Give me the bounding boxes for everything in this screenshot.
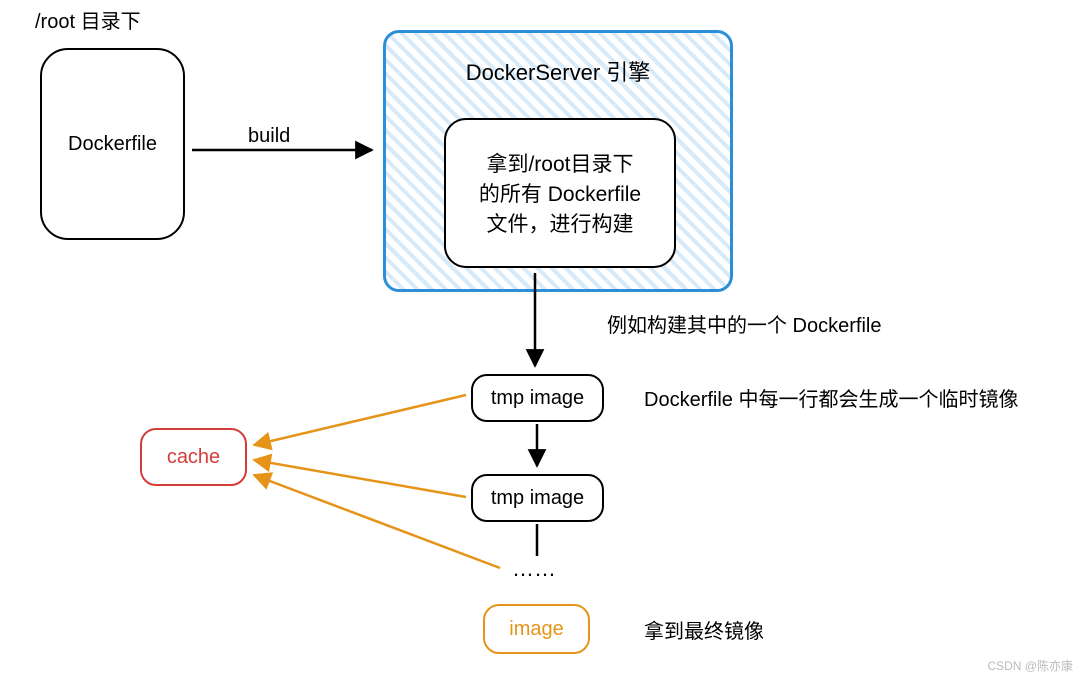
- server-inner-box: 拿到/root目录下 的所有 Dockerfile 文件，进行构建: [444, 118, 676, 268]
- tmp-image-2-box: tmp image: [471, 474, 604, 522]
- cache-box: cache: [140, 428, 247, 486]
- docker-server-title: DockerServer 引擎: [386, 55, 730, 87]
- annotation-build-one: 例如构建其中的一个 Dockerfile: [607, 309, 881, 338]
- annotation-final: 拿到最终镜像: [644, 615, 764, 644]
- cache-text: cache: [167, 446, 220, 469]
- docker-server-box: DockerServer 引擎 拿到/root目录下 的所有 Dockerfil…: [383, 30, 733, 292]
- image-box: image: [483, 604, 590, 654]
- server-inner-text: 拿到/root目录下 的所有 Dockerfile 文件，进行构建: [479, 148, 641, 238]
- dockerfile-box: Dockerfile: [40, 48, 185, 240]
- tmp-image-1-box: tmp image: [471, 374, 604, 422]
- tmp-image-2-text: tmp image: [491, 487, 584, 510]
- tmp-image-1-text: tmp image: [491, 387, 584, 410]
- annotation-tmp: Dockerfile 中每一行都会生成一个临时镜像: [644, 383, 1018, 412]
- root-label: /root 目录下: [35, 5, 141, 34]
- build-label: build: [248, 125, 290, 148]
- dockerfile-text: Dockerfile: [68, 133, 157, 156]
- ellipsis-label: ……: [512, 556, 556, 582]
- image-text: image: [509, 618, 563, 641]
- watermark: CSDN @陈亦康: [987, 657, 1073, 674]
